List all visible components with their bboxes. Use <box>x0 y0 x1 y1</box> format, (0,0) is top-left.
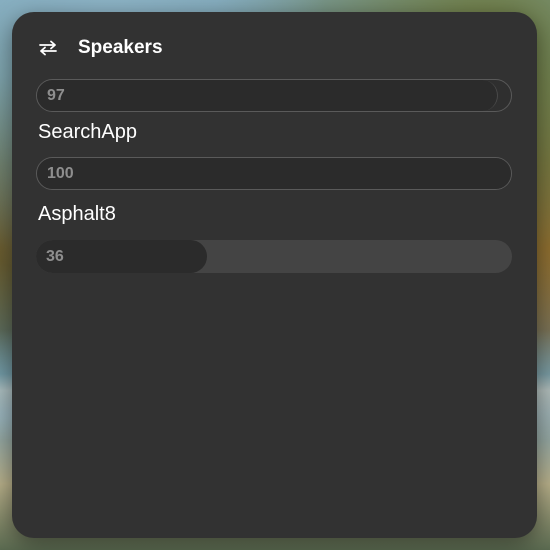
app-label-searchapp: SearchApp <box>38 121 137 143</box>
device-name: Speakers <box>78 37 163 58</box>
slider-fill <box>37 80 498 111</box>
slider-fill <box>37 158 511 189</box>
volume-value: 100 <box>47 164 74 182</box>
searchapp-volume-slider[interactable]: 100 <box>36 157 512 190</box>
volume-value: 36 <box>46 247 64 265</box>
switch-arrows-icon[interactable] <box>38 38 58 58</box>
app-label-asphalt8: Asphalt8 <box>38 203 116 225</box>
master-volume-slider[interactable]: 97 <box>36 79 512 112</box>
volume-value: 97 <box>47 86 65 104</box>
volume-mixer-flyout: Speakers 97 SearchApp 100 Asphalt8 36 <box>12 12 537 538</box>
asphalt8-volume-slider[interactable]: 36 <box>36 240 512 273</box>
output-device-header[interactable]: Speakers <box>38 34 163 62</box>
